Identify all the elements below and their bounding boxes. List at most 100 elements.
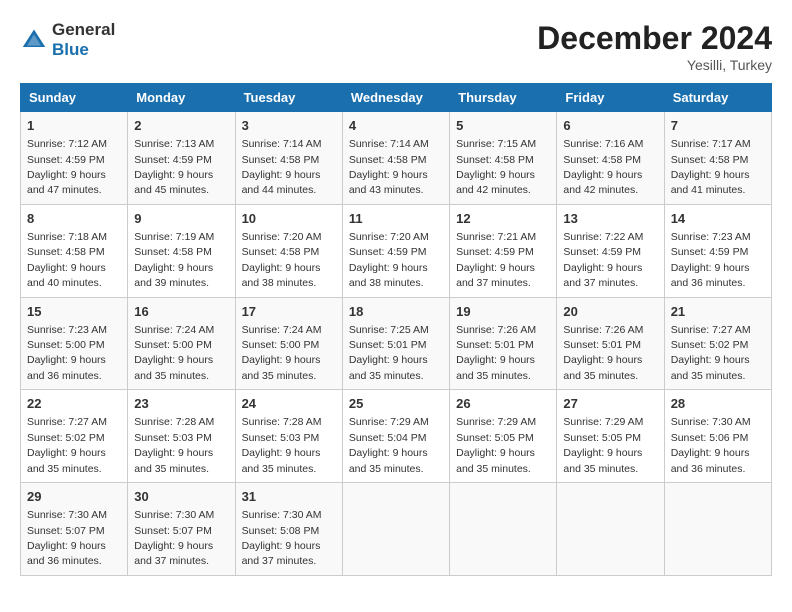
calendar-cell: 17 Sunrise: 7:24 AM Sunset: 5:00 PM Dayli… (235, 297, 342, 390)
day-number: 9 (134, 210, 228, 228)
header-sunday: Sunday (21, 84, 128, 112)
calendar-cell: 20 Sunrise: 7:26 AM Sunset: 5:01 PM Dayli… (557, 297, 664, 390)
day-number: 31 (242, 488, 336, 506)
day-info: Sunrise: 7:28 AM Sunset: 5:03 PM Dayligh… (242, 416, 322, 474)
logo-icon (20, 26, 48, 54)
title-block: December 2024 Yesilli, Turkey (537, 20, 772, 73)
calendar-cell: 28 Sunrise: 7:30 AM Sunset: 5:06 PM Dayli… (664, 390, 771, 483)
calendar-cell: 27 Sunrise: 7:29 AM Sunset: 5:05 PM Dayli… (557, 390, 664, 483)
calendar-cell: 4 Sunrise: 7:14 AM Sunset: 4:58 PM Daylig… (342, 112, 449, 205)
day-number: 4 (349, 117, 443, 135)
calendar-cell (664, 483, 771, 576)
day-info: Sunrise: 7:20 AM Sunset: 4:58 PM Dayligh… (242, 231, 322, 289)
header-row: SundayMondayTuesdayWednesdayThursdayFrid… (21, 84, 772, 112)
day-number: 30 (134, 488, 228, 506)
calendar-cell: 6 Sunrise: 7:16 AM Sunset: 4:58 PM Daylig… (557, 112, 664, 205)
page-header: General Blue December 2024 Yesilli, Turk… (20, 20, 772, 73)
day-info: Sunrise: 7:29 AM Sunset: 5:04 PM Dayligh… (349, 416, 429, 474)
calendar-cell: 11 Sunrise: 7:20 AM Sunset: 4:59 PM Dayli… (342, 204, 449, 297)
day-info: Sunrise: 7:26 AM Sunset: 5:01 PM Dayligh… (456, 324, 536, 382)
week-row-5: 29 Sunrise: 7:30 AM Sunset: 5:07 PM Dayli… (21, 483, 772, 576)
calendar-cell (342, 483, 449, 576)
header-saturday: Saturday (664, 84, 771, 112)
day-info: Sunrise: 7:14 AM Sunset: 4:58 PM Dayligh… (242, 138, 322, 196)
day-number: 21 (671, 303, 765, 321)
day-number: 23 (134, 395, 228, 413)
day-number: 18 (349, 303, 443, 321)
day-info: Sunrise: 7:29 AM Sunset: 5:05 PM Dayligh… (456, 416, 536, 474)
day-number: 27 (563, 395, 657, 413)
calendar-cell: 31 Sunrise: 7:30 AM Sunset: 5:08 PM Dayli… (235, 483, 342, 576)
day-info: Sunrise: 7:28 AM Sunset: 5:03 PM Dayligh… (134, 416, 214, 474)
day-info: Sunrise: 7:30 AM Sunset: 5:06 PM Dayligh… (671, 416, 751, 474)
day-info: Sunrise: 7:13 AM Sunset: 4:59 PM Dayligh… (134, 138, 214, 196)
day-info: Sunrise: 7:30 AM Sunset: 5:08 PM Dayligh… (242, 509, 322, 567)
calendar-cell: 10 Sunrise: 7:20 AM Sunset: 4:58 PM Dayli… (235, 204, 342, 297)
day-number: 6 (563, 117, 657, 135)
day-info: Sunrise: 7:23 AM Sunset: 5:00 PM Dayligh… (27, 324, 107, 382)
header-monday: Monday (128, 84, 235, 112)
day-number: 25 (349, 395, 443, 413)
day-info: Sunrise: 7:15 AM Sunset: 4:58 PM Dayligh… (456, 138, 536, 196)
day-number: 17 (242, 303, 336, 321)
day-number: 14 (671, 210, 765, 228)
day-info: Sunrise: 7:17 AM Sunset: 4:58 PM Dayligh… (671, 138, 751, 196)
calendar-cell: 16 Sunrise: 7:24 AM Sunset: 5:00 PM Dayli… (128, 297, 235, 390)
day-number: 24 (242, 395, 336, 413)
day-info: Sunrise: 7:21 AM Sunset: 4:59 PM Dayligh… (456, 231, 536, 289)
day-number: 29 (27, 488, 121, 506)
day-number: 1 (27, 117, 121, 135)
day-info: Sunrise: 7:14 AM Sunset: 4:58 PM Dayligh… (349, 138, 429, 196)
calendar-cell: 3 Sunrise: 7:14 AM Sunset: 4:58 PM Daylig… (235, 112, 342, 205)
header-wednesday: Wednesday (342, 84, 449, 112)
calendar-cell: 29Sunrise: 7:30 AM Sunset: 5:07 PM Dayli… (21, 483, 128, 576)
calendar-cell: 7 Sunrise: 7:17 AM Sunset: 4:58 PM Daylig… (664, 112, 771, 205)
header-thursday: Thursday (450, 84, 557, 112)
day-number: 3 (242, 117, 336, 135)
day-info: Sunrise: 7:20 AM Sunset: 4:59 PM Dayligh… (349, 231, 429, 289)
day-number: 16 (134, 303, 228, 321)
calendar-cell (557, 483, 664, 576)
calendar-cell: 30 Sunrise: 7:30 AM Sunset: 5:07 PM Dayli… (128, 483, 235, 576)
day-number: 8 (27, 210, 121, 228)
day-info: Sunrise: 7:30 AM Sunset: 5:07 PM Dayligh… (134, 509, 214, 567)
day-number: 22 (27, 395, 121, 413)
day-info: Sunrise: 7:27 AM Sunset: 5:02 PM Dayligh… (27, 416, 107, 474)
day-info: Sunrise: 7:27 AM Sunset: 5:02 PM Dayligh… (671, 324, 751, 382)
calendar-cell: 5Sunrise: 7:15 AM Sunset: 4:58 PM Daylig… (450, 112, 557, 205)
day-info: Sunrise: 7:29 AM Sunset: 5:05 PM Dayligh… (563, 416, 643, 474)
calendar-cell: 15Sunrise: 7:23 AM Sunset: 5:00 PM Dayli… (21, 297, 128, 390)
calendar-cell: 22 Sunrise: 7:27 AM Sunset: 5:02 PM Dayli… (21, 390, 128, 483)
week-row-1: 1 Sunrise: 7:12 AM Sunset: 4:59 PM Daylig… (21, 112, 772, 205)
calendar-cell: 2Sunrise: 7:13 AM Sunset: 4:59 PM Daylig… (128, 112, 235, 205)
day-info: Sunrise: 7:24 AM Sunset: 5:00 PM Dayligh… (134, 324, 214, 382)
day-info: Sunrise: 7:26 AM Sunset: 5:01 PM Dayligh… (563, 324, 643, 382)
calendar-cell: 8Sunrise: 7:18 AM Sunset: 4:58 PM Daylig… (21, 204, 128, 297)
day-number: 19 (456, 303, 550, 321)
day-info: Sunrise: 7:16 AM Sunset: 4:58 PM Dayligh… (563, 138, 643, 196)
day-number: 7 (671, 117, 765, 135)
calendar-cell: 26Sunrise: 7:29 AM Sunset: 5:05 PM Dayli… (450, 390, 557, 483)
logo: General Blue (20, 20, 115, 60)
logo-blue: Blue (52, 40, 89, 59)
calendar-cell: 24 Sunrise: 7:28 AM Sunset: 5:03 PM Dayli… (235, 390, 342, 483)
header-tuesday: Tuesday (235, 84, 342, 112)
calendar-cell: 13Sunrise: 7:22 AM Sunset: 4:59 PM Dayli… (557, 204, 664, 297)
week-row-2: 8Sunrise: 7:18 AM Sunset: 4:58 PM Daylig… (21, 204, 772, 297)
calendar-cell: 19 Sunrise: 7:26 AM Sunset: 5:01 PM Dayli… (450, 297, 557, 390)
calendar-cell (450, 483, 557, 576)
calendar-cell: 18Sunrise: 7:25 AM Sunset: 5:01 PM Dayli… (342, 297, 449, 390)
week-row-3: 15Sunrise: 7:23 AM Sunset: 5:00 PM Dayli… (21, 297, 772, 390)
calendar-cell: 25 Sunrise: 7:29 AM Sunset: 5:04 PM Dayli… (342, 390, 449, 483)
day-info: Sunrise: 7:24 AM Sunset: 5:00 PM Dayligh… (242, 324, 322, 382)
day-number: 28 (671, 395, 765, 413)
calendar-cell: 12Sunrise: 7:21 AM Sunset: 4:59 PM Dayli… (450, 204, 557, 297)
day-info: Sunrise: 7:12 AM Sunset: 4:59 PM Dayligh… (27, 138, 107, 196)
header-friday: Friday (557, 84, 664, 112)
day-number: 20 (563, 303, 657, 321)
day-info: Sunrise: 7:19 AM Sunset: 4:58 PM Dayligh… (134, 231, 214, 289)
calendar-cell: 14Sunrise: 7:23 AM Sunset: 4:59 PM Dayli… (664, 204, 771, 297)
day-number: 10 (242, 210, 336, 228)
location: Yesilli, Turkey (537, 57, 772, 73)
day-number: 11 (349, 210, 443, 228)
